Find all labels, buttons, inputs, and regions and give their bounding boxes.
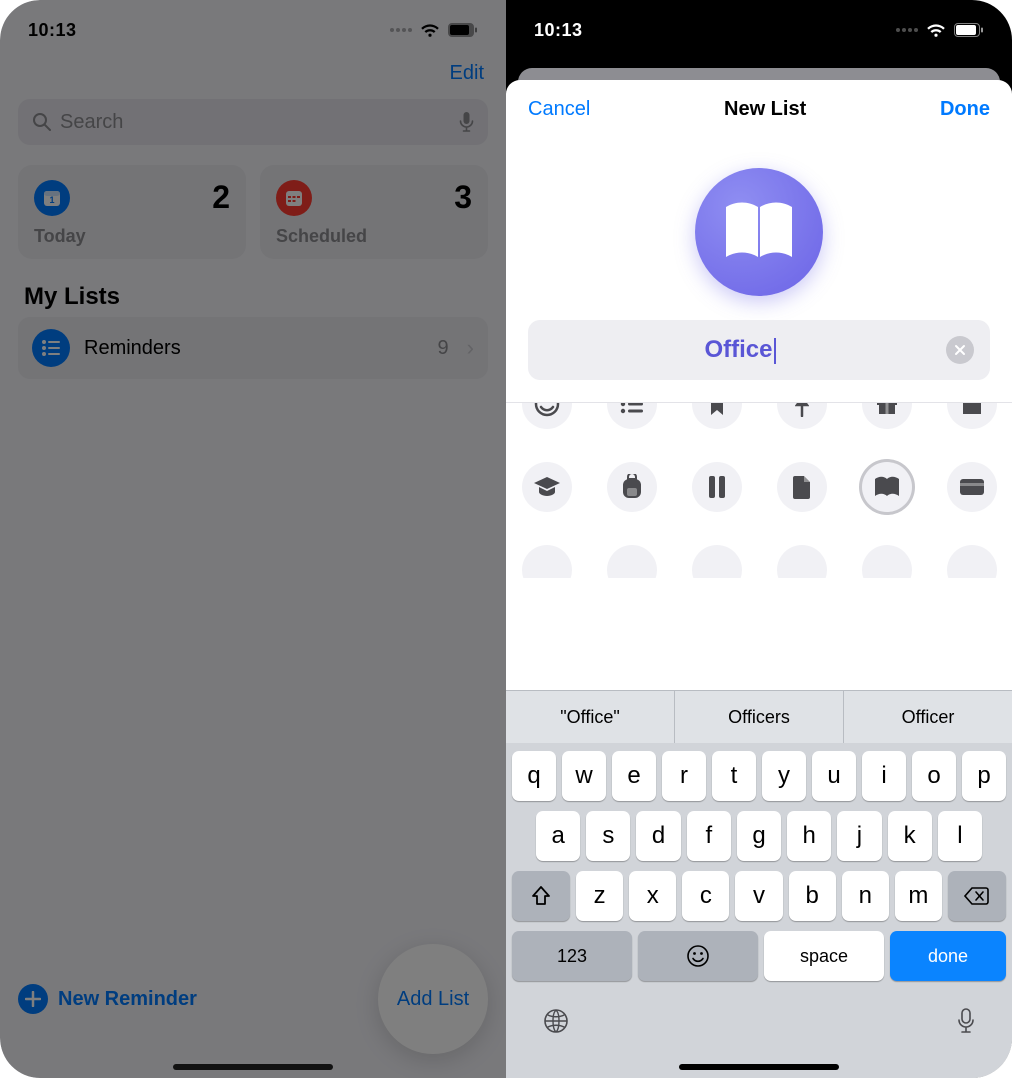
home-indicator[interactable] [679, 1064, 839, 1070]
key-w[interactable]: w [562, 751, 606, 801]
suggestion[interactable]: Officers [674, 691, 843, 743]
sheet-title: New List [724, 98, 806, 121]
keyboard-done-key[interactable]: done [890, 931, 1006, 981]
camera-icon[interactable] [607, 545, 657, 578]
graduation-icon[interactable] [522, 462, 572, 512]
space-key[interactable]: space [764, 931, 884, 981]
fork-knife-icon[interactable] [862, 545, 912, 578]
document-icon[interactable] [777, 462, 827, 512]
key-j[interactable]: j [837, 811, 881, 861]
key-i[interactable]: i [862, 751, 906, 801]
reminders-home-screen: 10:13 Edit Search 1 2 Today [0, 0, 506, 1078]
x-icon [954, 344, 966, 356]
key-o[interactable]: o [912, 751, 956, 801]
emoji-key[interactable] [638, 931, 758, 981]
globe-key[interactable] [542, 1007, 570, 1040]
key-r[interactable]: r [662, 751, 706, 801]
screen-dim-overlay [0, 0, 506, 1078]
key-d[interactable]: d [636, 811, 680, 861]
key-n[interactable]: n [842, 871, 889, 921]
key-e[interactable]: e [612, 751, 656, 801]
key-u[interactable]: u [812, 751, 856, 801]
list-name-value: Office [704, 336, 772, 363]
more-icon[interactable] [947, 545, 997, 578]
key-g[interactable]: g [737, 811, 781, 861]
key-q[interactable]: q [512, 751, 556, 801]
cancel-button[interactable]: Cancel [528, 98, 590, 121]
key-y[interactable]: y [762, 751, 806, 801]
status-time: 10:13 [534, 20, 583, 41]
new-list-sheet: Cancel New List Done Office [506, 80, 1012, 1078]
card-icon[interactable] [947, 462, 997, 512]
suggestion[interactable]: "Office" [506, 691, 674, 743]
key-a[interactable]: a [536, 811, 580, 861]
pen-ruler-icon[interactable] [692, 462, 742, 512]
text-cursor [774, 338, 776, 364]
key-x[interactable]: x [629, 871, 676, 921]
backspace-key[interactable] [948, 871, 1006, 921]
list-icon[interactable] [607, 402, 657, 429]
key-c[interactable]: c [682, 871, 729, 921]
photo-icon[interactable] [522, 545, 572, 578]
running-icon[interactable] [777, 545, 827, 578]
key-k[interactable]: k [888, 811, 932, 861]
key-t[interactable]: t [712, 751, 756, 801]
key-l[interactable]: l [938, 811, 982, 861]
pin-icon[interactable] [777, 402, 827, 429]
key-z[interactable]: z [576, 871, 623, 921]
list-name-input[interactable]: Office [528, 320, 990, 380]
book-open-icon [722, 201, 796, 263]
backpack-icon[interactable] [607, 462, 657, 512]
cellular-dots-icon [896, 28, 918, 32]
clear-text-button[interactable] [946, 336, 974, 364]
dictation-key[interactable] [956, 1007, 976, 1040]
new-list-sheet-screen: 10:13 Cancel New List Done Office [506, 0, 1012, 1078]
gift-icon[interactable] [862, 402, 912, 429]
keyboard: "Office" Officers Officer qwertyuiop asd… [506, 690, 1012, 1078]
status-bar: 10:13 [506, 0, 1012, 54]
key-b[interactable]: b [789, 871, 836, 921]
key-p[interactable]: p [962, 751, 1006, 801]
utensils-icon[interactable] [692, 545, 742, 578]
storefront-icon[interactable] [947, 402, 997, 429]
smiley-icon[interactable] [522, 402, 572, 429]
icon-picker[interactable] [506, 402, 1012, 578]
shift-key[interactable] [512, 871, 570, 921]
key-f[interactable]: f [687, 811, 731, 861]
done-button[interactable]: Done [940, 98, 990, 121]
wifi-icon [926, 23, 946, 38]
suggestion[interactable]: Officer [843, 691, 1012, 743]
list-icon-preview[interactable] [695, 168, 823, 296]
keyboard-suggestions: "Office" Officers Officer [506, 691, 1012, 743]
numeric-switch-key[interactable]: 123 [512, 931, 632, 981]
key-h[interactable]: h [787, 811, 831, 861]
key-m[interactable]: m [895, 871, 942, 921]
key-v[interactable]: v [735, 871, 782, 921]
battery-icon [954, 23, 984, 37]
key-s[interactable]: s [586, 811, 630, 861]
book-open-icon[interactable] [862, 462, 912, 512]
bookmark-icon[interactable] [692, 402, 742, 429]
